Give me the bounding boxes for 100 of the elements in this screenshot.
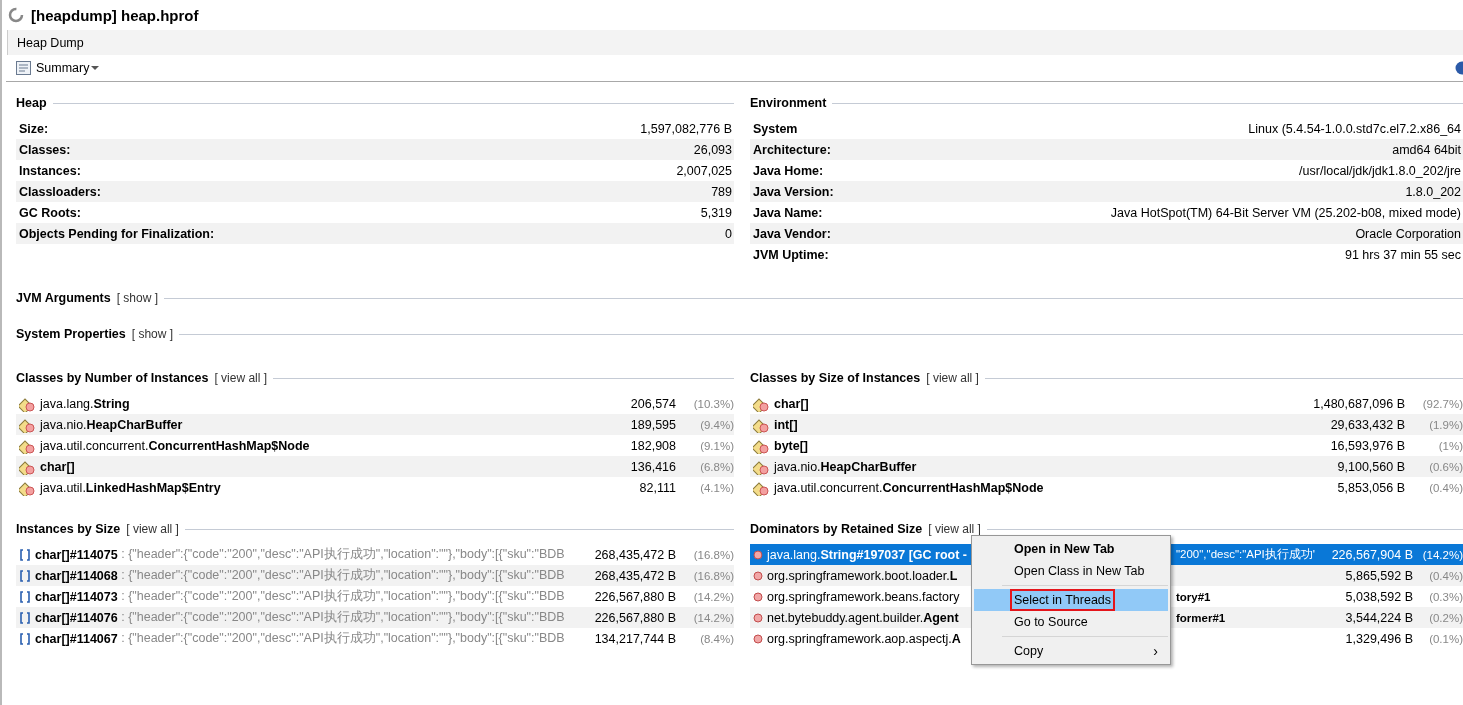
property-value: 5,319 (700, 205, 732, 220)
percent-value: (92.7%) (1421, 397, 1463, 410)
object-name-tail: "200","desc":"API执行成功' (1176, 547, 1316, 562)
section-title: Dominators by Retained Size (750, 522, 923, 536)
menu-item[interactable]: Open in New Tab (974, 538, 1168, 560)
property-label: Classes: (19, 142, 71, 157)
section-title: Environment (750, 96, 827, 110)
property-value: 2,007,025 (676, 163, 732, 178)
property-value: Oracle Corporation (1355, 226, 1461, 241)
property-value: 91 hrs 37 min 55 sec (1344, 247, 1461, 262)
instance-name[interactable]: char[]#114067 (35, 631, 118, 646)
class-name[interactable]: java.util.concurrent.ConcurrentHashMap$Node (774, 480, 1044, 495)
object-icon (753, 612, 763, 623)
section-link[interactable]: [ view all ] (126, 522, 179, 536)
size-value: 268,435,472 B (593, 547, 676, 562)
property-value: 1.8.0_202 (1405, 184, 1461, 199)
count-value: 16,593,976 B (1329, 438, 1405, 453)
property-label: GC Roots: (19, 205, 81, 220)
count-value: 5,853,056 B (1336, 480, 1405, 495)
property-label: Architecture: (753, 142, 831, 157)
object-name[interactable]: net.bytebuddy.agent.builder.Agent (767, 610, 959, 625)
percent-value: (0.1%) (1428, 632, 1463, 645)
percent-value: (8.4%) (699, 632, 734, 645)
count-value: 29,633,432 B (1329, 417, 1405, 432)
property-label: System (753, 121, 798, 136)
class-icon (753, 479, 770, 496)
class-name[interactable]: java.lang.String (40, 396, 130, 411)
instance-preview: : {"header":{"code":"200","desc":"API执行成功","location":""},"body":[{"sku":"BDB (120, 567, 566, 584)
array-icon (19, 548, 31, 561)
class-icon (753, 458, 770, 475)
percent-value: (0.6%) (1428, 460, 1463, 473)
caret-icon (91, 65, 100, 71)
instance-name[interactable]: char[]#114068 (35, 568, 118, 583)
property-label: Classloaders: (19, 184, 101, 199)
percent-value: (4.1%) (699, 481, 734, 494)
property-value: /usr/local/jdk/jdk1.8.0_202/jre (1299, 163, 1461, 178)
size-value: 226,567,904 B (1330, 547, 1413, 562)
class-name[interactable]: java.nio.HeapCharBuffer (774, 459, 917, 474)
section-link[interactable]: [ view all ] (214, 371, 268, 385)
object-name[interactable]: org.springframework.aop.aspectj.A (767, 631, 961, 646)
object-name[interactable]: java.lang.String#197037 [GC root - (766, 547, 967, 562)
property-value: 1,597,082,776 B (640, 121, 732, 136)
section-title: JVM Arguments (16, 291, 111, 305)
count-value: 9,100,560 B (1336, 459, 1405, 474)
instance-name[interactable]: char[]#114073 (35, 589, 118, 604)
document-icon (16, 61, 31, 75)
instance-name[interactable]: char[]#114076 (35, 610, 118, 625)
menu-item[interactable]: Go to Source (974, 611, 1168, 633)
percent-value: (16.8%) (692, 548, 734, 561)
object-name[interactable]: org.springframework.boot.loader.L (767, 568, 958, 583)
property-value: Linux (5.4.54-1.0.0.std7c.el7.2.x86_64 (1248, 121, 1461, 136)
size-value: 5,038,592 B (1344, 589, 1413, 604)
instance-preview: : {"header":{"code":"200","desc":"API执行成功","location":""},"body":[{"sku":"BDB (120, 546, 566, 563)
section-title: Classes by Number of Instances (16, 371, 209, 385)
instance-preview: : {"header":{"code":"200","desc":"API执行成功","location":""},"body":[{"sku":"BDB (120, 630, 566, 647)
percent-value: (14.2%) (1421, 548, 1463, 561)
class-name[interactable]: char[] (774, 396, 809, 411)
percent-value: (0.4%) (1428, 481, 1463, 494)
editor-tab[interactable]: Heap Dump (8, 35, 93, 50)
object-icon (753, 633, 763, 644)
property-label: Java Vendor: (753, 226, 831, 241)
count-value: 1,480,687,096 B (1312, 396, 1405, 411)
size-value: 1,329,496 B (1344, 631, 1413, 646)
object-icon (753, 549, 763, 560)
array-icon (19, 590, 31, 603)
class-name[interactable]: java.util.concurrent.ConcurrentHashMap$Node (40, 438, 310, 453)
summary-dropdown[interactable]: Summary (36, 61, 100, 75)
class-name[interactable]: char[] (40, 459, 75, 474)
class-icon (753, 437, 770, 454)
menu-item[interactable]: Copy › (974, 640, 1168, 662)
property-value: 789 (711, 184, 732, 199)
menu-item[interactable]: Open Class in New Tab (974, 560, 1168, 582)
percent-value: (1%) (1437, 439, 1463, 452)
percent-value: (9.4%) (699, 418, 734, 431)
class-name[interactable]: java.util.LinkedHashMap$Entry (40, 480, 221, 495)
class-name[interactable]: int[] (774, 417, 798, 432)
class-name[interactable]: byte[] (774, 438, 809, 453)
instance-name[interactable]: char[]#114075 (35, 547, 118, 562)
section-link[interactable]: [ show ] (131, 327, 174, 341)
array-icon (19, 569, 31, 582)
property-label: Java Name: (753, 205, 823, 220)
section-title: Instances by Size (16, 522, 121, 536)
array-icon (19, 632, 31, 645)
section-title: Classes by Size of Instances (750, 371, 921, 385)
section-link[interactable]: [ view all ] (926, 371, 979, 385)
percent-value: (0.2%) (1428, 611, 1463, 624)
size-value: 134,217,744 B (593, 631, 676, 646)
menu-item[interactable]: Select in Threads (974, 589, 1168, 611)
object-icon (753, 570, 763, 581)
class-icon (753, 416, 770, 433)
object-icon (753, 591, 763, 602)
object-name-tail: tory#1 (1176, 590, 1212, 603)
property-label: Objects Pending for Finalization: (19, 226, 215, 241)
percent-value: (0.4%) (1428, 569, 1463, 582)
percent-value: (14.2%) (692, 590, 734, 603)
count-value: 182,908 (629, 438, 676, 453)
section-link[interactable]: [ show ] (116, 291, 159, 305)
class-name[interactable]: java.nio.HeapCharBuffer (40, 417, 183, 432)
count-value: 206,574 (629, 396, 676, 411)
object-name[interactable]: org.springframework.beans.factory (767, 589, 960, 604)
